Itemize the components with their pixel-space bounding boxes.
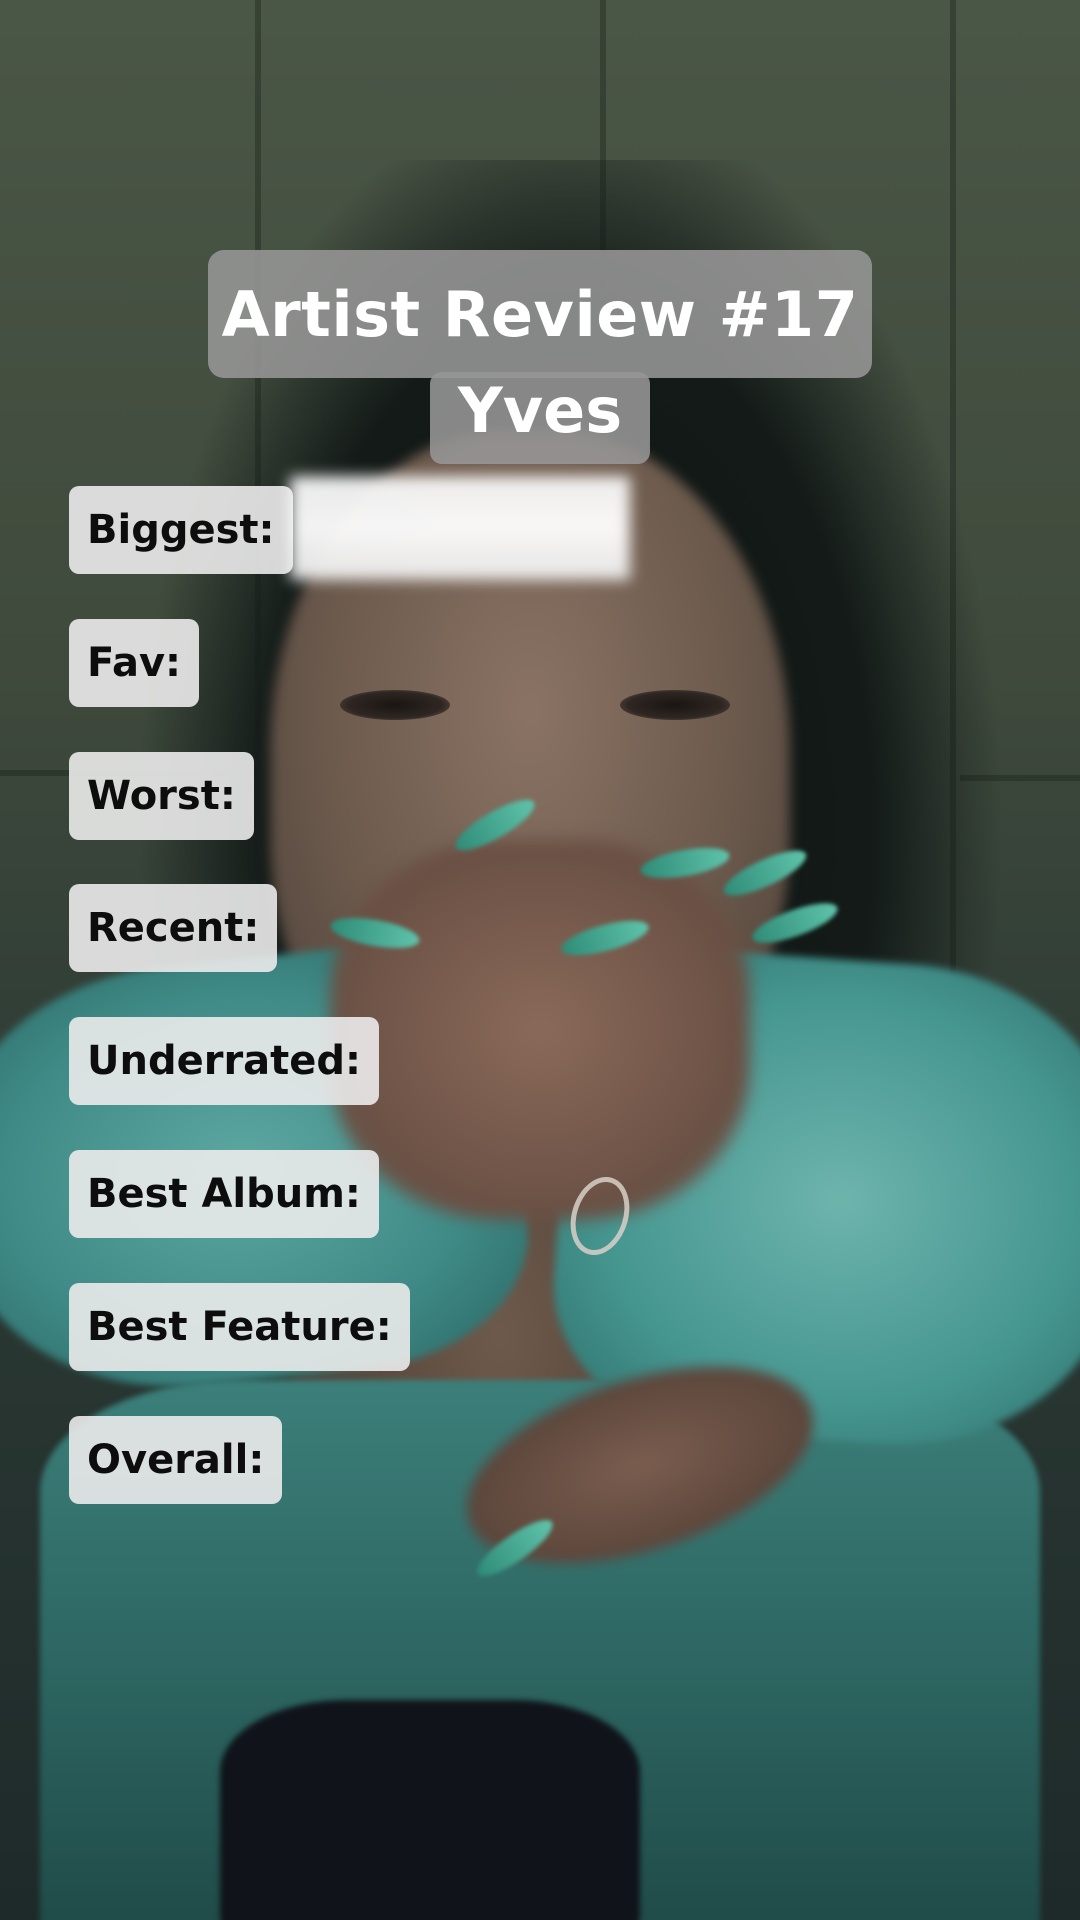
hands-shape	[330, 840, 750, 1220]
label-biggest: Biggest:	[69, 486, 293, 574]
artist-name: Yves	[457, 373, 623, 447]
right-eye-shape	[620, 690, 730, 720]
bow-shape	[220, 1700, 640, 1920]
label-fav: Fav:	[69, 619, 200, 707]
left-eye-shape	[340, 690, 450, 720]
redacted-answer-biggest	[290, 476, 630, 580]
label-best-feature: Best Feature:	[69, 1283, 410, 1371]
label-recent: Recent:	[69, 884, 278, 972]
label-underrated: Underrated:	[69, 1017, 380, 1105]
review-title: Artist Review #17	[221, 277, 859, 351]
label-best-album: Best Album:	[69, 1150, 379, 1238]
label-overall: Overall:	[69, 1416, 283, 1504]
label-worst: Worst:	[69, 752, 254, 840]
